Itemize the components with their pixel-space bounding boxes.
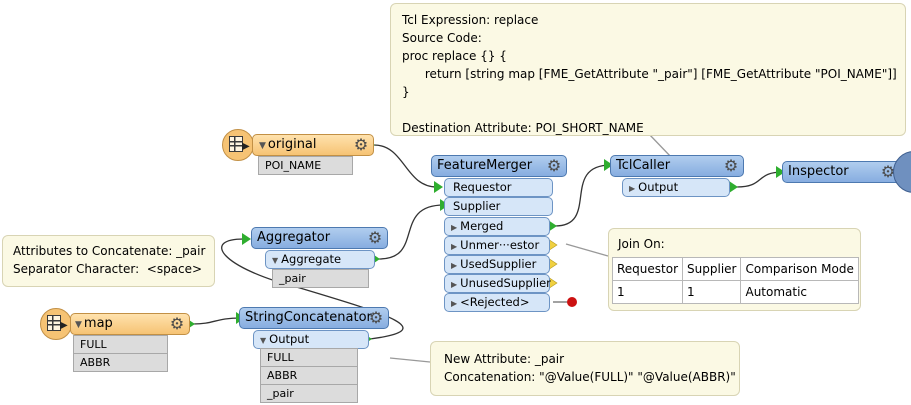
tcl-note-line: Source Code: bbox=[402, 31, 482, 45]
output-port-merged[interactable]: ▶ Merged bbox=[444, 217, 550, 236]
attribute-abbr: ABBR bbox=[73, 353, 168, 372]
transformer-name: TclCaller bbox=[616, 158, 671, 173]
attribute-full: FULL bbox=[73, 335, 168, 354]
port-label: Output bbox=[269, 332, 310, 346]
port-marker-aggregator-in[interactable] bbox=[242, 233, 251, 245]
port-label: Supplier bbox=[453, 199, 501, 213]
reader-original[interactable]: ▼ original ⚙ bbox=[252, 134, 374, 156]
reader-name: map bbox=[83, 316, 113, 331]
gear-icon[interactable]: ⚙ bbox=[168, 315, 186, 333]
port-label: Aggregate bbox=[281, 252, 342, 266]
concat-note-line: New Attribute: _pair bbox=[444, 352, 565, 366]
transformer-tclcaller[interactable]: TclCaller ⚙ bbox=[610, 155, 744, 177]
transformer-name: Inspector bbox=[788, 164, 849, 179]
gear-icon[interactable]: ⚙ bbox=[366, 229, 384, 247]
table-header-row: Requestor Supplier Comparison Mode bbox=[611, 257, 859, 281]
tcl-note-line: Destination Attribute: POI_SHORT_NAME bbox=[402, 121, 644, 135]
note-leader-join bbox=[565, 243, 609, 257]
transformer-name: FeatureMerger bbox=[437, 158, 533, 173]
port-label: UnusedSupplier bbox=[460, 276, 551, 290]
aggregate-note-line: Separator Character: <space> bbox=[13, 262, 203, 276]
join-cell-requestor: 1 bbox=[611, 280, 684, 304]
reader-arrow-icon: ▶ bbox=[60, 320, 68, 331]
connection-map-concatenator[interactable] bbox=[192, 317, 242, 325]
port-label: <Rejected> bbox=[460, 295, 530, 309]
transformer-inspector[interactable]: Inspector ⚙ bbox=[782, 161, 902, 183]
triangle-right-icon[interactable]: ▶ bbox=[451, 280, 457, 289]
port-label: UsedSupplier bbox=[460, 257, 537, 271]
concatenator-settings-note[interactable]: New Attribute: _pair Concatenation: "@Va… bbox=[430, 341, 740, 396]
tcl-note-line: return [string map [FME_GetAttribute "_p… bbox=[402, 67, 897, 81]
output-port-usedsupplier[interactable]: ▶ UsedSupplier bbox=[444, 255, 550, 274]
gear-icon[interactable]: ⚙ bbox=[367, 309, 385, 327]
transformer-name: StringConcatenator bbox=[245, 310, 372, 325]
port-marker-tclcaller-out[interactable] bbox=[729, 181, 738, 193]
transformer-name: Aggregator bbox=[257, 230, 331, 245]
connection-aggregate-supplier[interactable] bbox=[378, 204, 445, 260]
aggregator-settings-note[interactable]: Attributes to Concatenate: _pair Separat… bbox=[2, 235, 215, 287]
output-port-aggregate[interactable]: ▼ Aggregate bbox=[265, 250, 375, 269]
aggregate-note-line: Attributes to Concatenate: _pair bbox=[13, 244, 206, 258]
transformer-stringconcatenator[interactable]: StringConcatenator ⚙ bbox=[239, 307, 389, 329]
join-header-comparison-mode: Comparison Mode bbox=[740, 257, 859, 281]
triangle-right-icon[interactable]: ▶ bbox=[629, 184, 635, 193]
triangle-right-icon[interactable]: ▶ bbox=[451, 242, 457, 251]
attribute-full: FULL bbox=[260, 348, 358, 367]
concat-note-line: Concatenation: "@Value(FULL)" "@Value(AB… bbox=[444, 370, 736, 384]
tcl-note-line: Tcl Expression: replace bbox=[402, 13, 539, 27]
port-label: Output bbox=[638, 180, 679, 194]
table-row: 1 1 Automatic bbox=[611, 280, 859, 304]
gear-icon[interactable]: ⚙ bbox=[722, 157, 740, 175]
join-on-note[interactable]: Join On: Requestor Supplier Comparison M… bbox=[608, 228, 861, 311]
join-cell-supplier: 1 bbox=[682, 280, 742, 304]
connection-original-requestor[interactable] bbox=[373, 144, 438, 188]
tcl-note-line bbox=[402, 101, 895, 119]
join-cell-comparison-mode: Automatic bbox=[740, 280, 859, 304]
transformer-featuremerger[interactable]: FeatureMerger ⚙ bbox=[431, 155, 567, 177]
triangle-down-icon[interactable]: ▼ bbox=[260, 336, 266, 345]
reader-arrow-icon: ▶ bbox=[242, 141, 250, 152]
attribute-abbr: ABBR bbox=[260, 366, 358, 385]
port-label: Merged bbox=[460, 219, 504, 233]
reader-name: original bbox=[267, 137, 317, 152]
reader-map[interactable]: ▼ map ⚙ bbox=[70, 313, 190, 335]
triangle-right-icon[interactable]: ▶ bbox=[451, 261, 457, 270]
triangle-down-icon[interactable]: ▼ bbox=[259, 141, 266, 151]
tcl-note-line: proc replace {} { bbox=[402, 49, 507, 63]
triangle-right-icon[interactable]: ▶ bbox=[451, 223, 457, 232]
join-note-title: Join On: bbox=[618, 237, 665, 251]
attribute-pair: _pair bbox=[272, 269, 369, 288]
attribute-poi-name: POI_NAME bbox=[258, 156, 353, 175]
tcl-note-line: } bbox=[402, 85, 410, 99]
table-reader-icon[interactable]: ▶ bbox=[40, 308, 72, 340]
table-reader-icon[interactable]: ▶ bbox=[222, 129, 254, 161]
port-marker-rejected-out[interactable] bbox=[567, 297, 577, 307]
join-header-supplier: Supplier bbox=[682, 257, 742, 281]
output-port-unusedsupplier[interactable]: ▶ UnusedSupplier bbox=[444, 274, 551, 293]
input-port-supplier[interactable]: Supplier bbox=[444, 197, 553, 216]
input-port-requestor[interactable]: Requestor bbox=[444, 178, 553, 197]
output-port-output[interactable]: ▼ Output bbox=[253, 330, 369, 349]
triangle-right-icon[interactable]: ▶ bbox=[451, 299, 457, 308]
note-leader-concat bbox=[389, 357, 431, 363]
join-header-requestor: Requestor bbox=[611, 257, 684, 281]
port-label: Unmer···estor bbox=[460, 238, 540, 252]
transformer-aggregator[interactable]: Aggregator ⚙ bbox=[251, 227, 388, 249]
join-settings-table: Requestor Supplier Comparison Mode 1 1 A… bbox=[611, 257, 859, 304]
port-marker-requestor-in[interactable] bbox=[434, 181, 443, 193]
output-port-unmerged-requestor[interactable]: ▶ Unmer···estor bbox=[444, 236, 550, 255]
output-port-rejected[interactable]: ▶ <Rejected> bbox=[444, 293, 550, 312]
attribute-pair: _pair bbox=[260, 384, 358, 403]
tcl-expression-note[interactable]: Tcl Expression: replace Source Code: pro… bbox=[390, 3, 906, 136]
triangle-down-icon[interactable]: ▼ bbox=[75, 320, 82, 330]
gear-icon[interactable]: ⚙ bbox=[352, 136, 370, 154]
output-port-output[interactable]: ▶ Output bbox=[622, 178, 730, 197]
port-label: Requestor bbox=[453, 180, 512, 194]
triangle-down-icon[interactable]: ▼ bbox=[272, 256, 278, 265]
gear-icon[interactable]: ⚙ bbox=[545, 157, 563, 175]
